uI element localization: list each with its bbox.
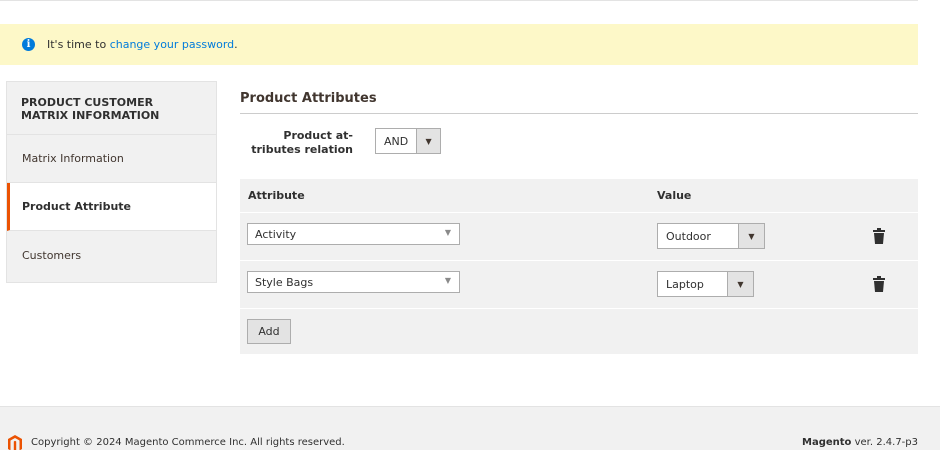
change-password-link[interactable]: change your password bbox=[110, 38, 234, 51]
table-header: Attribute Value bbox=[240, 179, 918, 213]
value-select-value: Outdoor bbox=[666, 229, 711, 243]
copyright-text: Copyright © 2024 Magento Commerce Inc. A… bbox=[31, 437, 345, 448]
value-select[interactable]: Laptop ▼ bbox=[657, 271, 754, 297]
table-row: Style Bags ▼ Laptop ▼ bbox=[240, 261, 918, 309]
relation-select[interactable]: AND ▼ bbox=[375, 128, 441, 154]
info-icon: i bbox=[22, 38, 35, 51]
notice-prefix: It's time to bbox=[47, 38, 110, 51]
notice-suffix: . bbox=[234, 38, 238, 51]
chevron-down-icon: ▼ bbox=[444, 228, 451, 237]
relation-row: Product at- tributes relation AND ▼ bbox=[240, 128, 540, 162]
relation-label: Product at- tributes relation bbox=[251, 129, 353, 156]
chevron-down-icon: ▼ bbox=[416, 129, 440, 153]
delete-icon[interactable] bbox=[873, 228, 885, 244]
add-button[interactable]: Add bbox=[247, 319, 291, 344]
chevron-down-icon: ▼ bbox=[727, 272, 753, 296]
password-notice: i It's time to change your password. bbox=[0, 24, 918, 65]
value-select[interactable]: Outdoor ▼ bbox=[657, 223, 765, 249]
sidebar-item-product-attribute[interactable]: Product Attribute bbox=[7, 183, 216, 231]
value-select-value: Laptop bbox=[666, 277, 704, 291]
brand-name: Magento bbox=[802, 437, 852, 448]
sidebar-title: PRODUCT CUSTOMER MATRIX INFORMATION bbox=[7, 82, 216, 135]
attribute-select[interactable]: Style Bags ▼ bbox=[247, 271, 460, 293]
relation-select-value: AND bbox=[384, 134, 409, 148]
header-attribute: Attribute bbox=[248, 189, 305, 202]
attribute-select[interactable]: Activity ▼ bbox=[247, 223, 460, 245]
version-number: ver. 2.4.7-p3 bbox=[851, 437, 918, 448]
section-title: Product Attributes bbox=[240, 81, 918, 114]
attribute-select-value: Style Bags bbox=[255, 275, 314, 289]
header-value: Value bbox=[657, 189, 692, 202]
delete-icon[interactable] bbox=[873, 276, 885, 292]
magento-logo-icon bbox=[8, 435, 22, 450]
table-footer: Add bbox=[240, 309, 918, 354]
attribute-select-value: Activity bbox=[255, 227, 297, 241]
sidebar: PRODUCT CUSTOMER MATRIX INFORMATION Matr… bbox=[6, 81, 217, 283]
footer: Copyright © 2024 Magento Commerce Inc. A… bbox=[0, 406, 940, 450]
sidebar-item-customers[interactable]: Customers bbox=[7, 231, 216, 279]
top-divider bbox=[0, 0, 918, 1]
chevron-down-icon: ▼ bbox=[738, 224, 764, 248]
table-row: Activity ▼ Outdoor ▼ bbox=[240, 213, 918, 261]
version-text: Magento ver. 2.4.7-p3 bbox=[802, 437, 918, 448]
main-content: Product Attributes Product at- tributes … bbox=[240, 81, 918, 354]
sidebar-item-matrix-information[interactable]: Matrix Information bbox=[7, 135, 216, 183]
attributes-table: Attribute Value Activity ▼ Outdoor ▼ Sty… bbox=[240, 179, 918, 354]
chevron-down-icon: ▼ bbox=[444, 276, 451, 285]
notice-text: It's time to change your password. bbox=[47, 38, 238, 51]
